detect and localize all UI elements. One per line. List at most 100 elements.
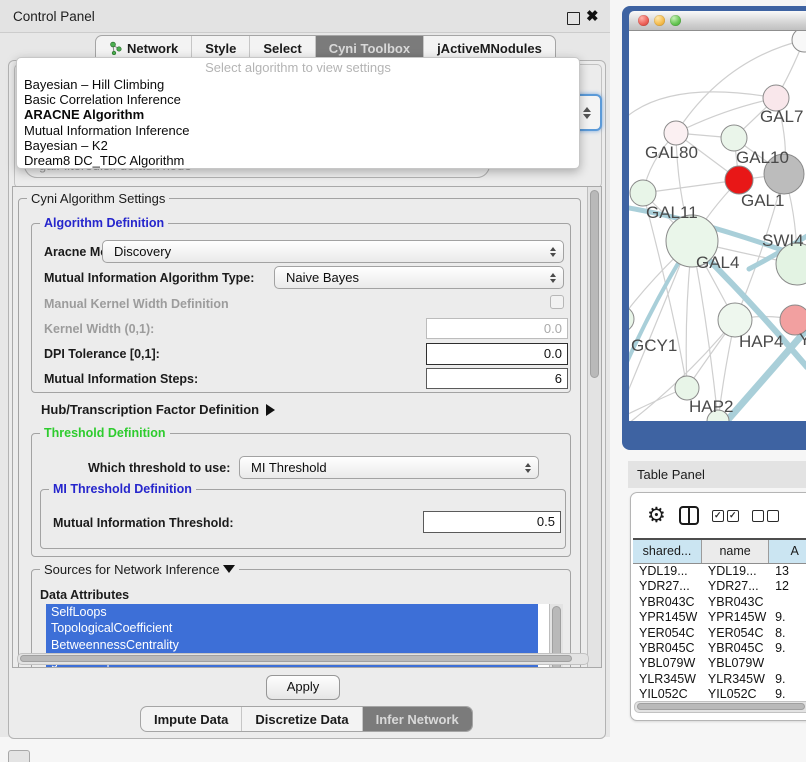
node-gal1[interactable] — [725, 166, 753, 194]
network-graph[interactable]: GAL7GAL80GAL10GAL1SWI4GAL11GAL4GCY1HAP4Y… — [629, 31, 806, 421]
combo-arrows-icon — [550, 241, 556, 262]
gear-icon[interactable]: ⚙ — [647, 505, 666, 526]
table-cell: YPR145W — [702, 610, 769, 625]
node-gal80-label: GAL80 — [645, 143, 698, 162]
threshold-definition-title: Threshold Definition — [40, 426, 170, 440]
table-cell — [769, 595, 806, 610]
node-gal10-label: GAL10 — [736, 148, 789, 167]
kernel-width-field[interactable]: 0.0 — [426, 318, 568, 339]
tab-infer-network[interactable]: Infer Network — [362, 707, 472, 731]
mi-type-label: Mutual Information Algorithm Type: — [44, 271, 254, 285]
columns-icon[interactable] — [679, 506, 699, 525]
manual-kernel-label: Manual Kernel Width Definition — [44, 297, 229, 311]
spinner-up-icon — [583, 107, 591, 112]
algorithm-definition-group: Algorithm Definition Aracne Mode: Discov… — [31, 223, 571, 393]
kernel-width-label: Kernel Width (0,1): — [44, 322, 154, 336]
cyni-algorithm-settings-title: Cyni Algorithm Settings — [27, 191, 169, 206]
tab-label: Style — [205, 41, 236, 56]
tab-label: Network — [127, 41, 178, 56]
node-table[interactable]: shared...nameAYDL19...YDL19...13YDR27...… — [633, 538, 806, 703]
mi-threshold-field[interactable]: 0.5 — [423, 511, 561, 533]
node-gal80[interactable] — [664, 121, 688, 145]
zoom-traffic-light-icon[interactable] — [670, 15, 681, 26]
table-row[interactable]: YDR27...YDR27...12 — [633, 579, 806, 594]
table-horizontal-scrollbar[interactable] — [634, 701, 806, 713]
attribute-item[interactable]: TopologicalCoefficient — [46, 620, 538, 636]
table-row[interactable]: YBR045CYBR045C9. — [633, 641, 806, 656]
unselect-all-columns-icon[interactable] — [752, 510, 779, 522]
table-cell: YLR345W — [702, 672, 769, 687]
float-window-icon[interactable] — [567, 12, 580, 25]
combo-arrows-icon — [550, 267, 556, 288]
attribute-item[interactable]: BetweennessCentrality — [46, 637, 538, 653]
threshold-definition-group: Threshold Definition Which threshold to … — [31, 433, 571, 557]
select-all-columns-icon[interactable]: ✓ ✓ — [712, 510, 739, 522]
algorithm-option-bayesian-k2[interactable]: Bayesian – K2 — [17, 138, 579, 153]
minimized-panel-icon[interactable] — [8, 750, 30, 762]
algorithm-definition-title: Algorithm Definition — [40, 216, 168, 230]
node-hap2-label: HAP2 — [689, 397, 733, 416]
network-edge[interactable] — [629, 243, 689, 401]
close-icon[interactable]: ✖ — [586, 7, 599, 25]
algorithm-option-mutual-information-inference[interactable]: Mutual Information Inference — [17, 123, 579, 138]
column-header-a[interactable]: A — [769, 540, 806, 563]
algorithm-option-dream8-dc-tdc-algorithm[interactable]: Dream8 DC_TDC Algorithm — [17, 153, 579, 168]
table-cell: YLR345W — [633, 672, 702, 687]
table-row[interactable]: YDL19...YDL19...13 — [633, 564, 806, 579]
tab-label: Discretize Data — [255, 712, 348, 727]
node-gal11-label: GAL11 — [646, 203, 698, 222]
network-window-titlebar[interactable] — [629, 11, 806, 31]
tab-discretize-data[interactable]: Discretize Data — [241, 707, 361, 731]
expand-right-icon — [266, 404, 275, 416]
algorithm-dropdown-popup: Select algorithm to view settings Bayesi… — [16, 57, 580, 169]
settings-horizontal-scrollbar-thumb[interactable] — [20, 655, 572, 662]
table-cell — [769, 656, 806, 671]
node-hap4-label: HAP4 — [739, 332, 783, 351]
node-gcy1[interactable] — [629, 306, 634, 332]
table-row[interactable]: YBR043CYBR043C — [633, 595, 806, 610]
tab-label: jActiveMNodules — [437, 41, 542, 56]
manual-kernel-checkbox[interactable] — [550, 295, 564, 309]
cyni-bottom-tabs: Impute Data Discretize Data Infer Network — [140, 706, 473, 732]
settings-vertical-scrollbar-thumb[interactable] — [590, 190, 599, 378]
table-cell: 13 — [769, 564, 806, 579]
network-edge[interactable] — [643, 180, 739, 193]
table-cell: YBR045C — [702, 641, 769, 656]
apply-button[interactable]: Apply — [266, 675, 340, 700]
control-panel-title: Control Panel — [13, 9, 95, 24]
table-cell: YDL19... — [702, 564, 769, 579]
algorithm-option-basic-correlation-inference[interactable]: Basic Correlation Inference — [17, 92, 579, 107]
dpi-tolerance-field[interactable]: 0.0 — [426, 343, 568, 365]
network-edge[interactable] — [629, 92, 776, 119]
table-horizontal-scrollbar-thumb[interactable] — [637, 703, 805, 710]
collapse-down-icon — [223, 565, 235, 573]
algorithm-option-aracne-algorithm[interactable]: ARACNE Algorithm — [17, 107, 579, 122]
node-gal7-label: GAL7 — [760, 107, 803, 126]
aracne-mode-combo[interactable]: Discovery — [102, 240, 564, 263]
column-header-shared-[interactable]: shared... — [633, 540, 702, 563]
hub-definition-toggle[interactable]: Hub/Transcription Factor Definition — [41, 402, 275, 417]
aracne-mode-value: Discovery — [114, 244, 171, 259]
tab-impute-data[interactable]: Impute Data — [141, 707, 241, 731]
table-cell: YDR27... — [702, 579, 769, 594]
settings-vertical-scrollbar[interactable] — [587, 187, 601, 667]
sources-group-title[interactable]: Sources for Network Inference — [40, 562, 239, 577]
minimize-traffic-light-icon[interactable] — [654, 15, 665, 26]
which-threshold-combo[interactable]: MI Threshold — [239, 456, 539, 479]
hub-definition-label: Hub/Transcription Factor Definition — [41, 402, 259, 417]
attribute-item[interactable]: SelfLoops — [46, 604, 538, 620]
close-traffic-light-icon[interactable] — [638, 15, 649, 26]
table-row[interactable]: YER054CYER054C8. — [633, 626, 806, 641]
table-row[interactable]: YBL079WYBL079W — [633, 656, 806, 671]
algorithm-option-bayesian-hill-climbing[interactable]: Bayesian – Hill Climbing — [17, 77, 579, 92]
settings-horizontal-scrollbar[interactable] — [17, 653, 589, 665]
mi-type-combo[interactable]: Naive Bayes — [274, 266, 564, 289]
table-row[interactable]: YPR145WYPR145W9. — [633, 610, 806, 625]
column-header-name[interactable]: name — [702, 540, 769, 563]
mi-steps-field[interactable]: 6 — [426, 368, 568, 389]
network-canvas[interactable]: GAL7GAL80GAL10GAL1SWI4GAL11GAL4GCY1HAP4Y… — [629, 31, 806, 421]
node-partial-top[interactable] — [792, 31, 806, 52]
table-cell: YBR045C — [633, 641, 702, 656]
which-threshold-label: Which threshold to use: — [88, 461, 230, 475]
table-row[interactable]: YLR345WYLR345W9. — [633, 672, 806, 687]
